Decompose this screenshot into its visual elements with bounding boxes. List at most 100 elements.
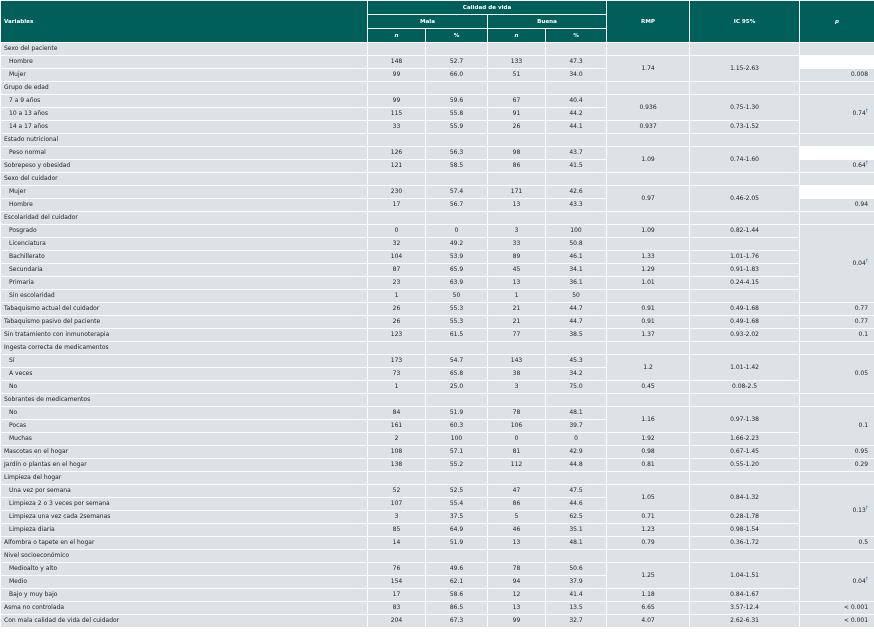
dagger-mark: † (865, 109, 869, 114)
cell-n-buena: 47 (487, 484, 546, 498)
table-row: 7 a 9 años 99 59.6 67 40.4 0.936 0.75-1.… (0, 94, 874, 134)
cell-n-mala: 1 (367, 289, 426, 303)
cell-ic: 0.93-2.02 (689, 328, 801, 342)
cell-p: 0.1 (799, 406, 874, 446)
cell-pct-buena: 41.4 (544, 588, 608, 602)
cell-pct-mala: 25.0 (425, 380, 488, 394)
cell-pct-mala: 60.3 (425, 419, 488, 433)
cell-p: 0.77 (799, 302, 874, 316)
p-value: 0.04 (852, 259, 866, 267)
table-row: Sexo del cuidador (0, 172, 874, 186)
cell-pct-mala: 66.0 (425, 68, 488, 82)
cell-pct-mala: 57.1 (425, 445, 488, 459)
row-label: Tabaquismo actual del cuidador (0, 302, 368, 316)
cell-n-mala: 3 (367, 510, 426, 524)
cell-n-mala: 126 (367, 146, 426, 160)
cell-n-buena: 86 (487, 159, 546, 173)
row-label: Secundaria (0, 263, 368, 277)
cell-rmp: 1.09 (606, 224, 691, 238)
cell-p: 0.05 (799, 354, 874, 394)
cell-n-mala: 84 (367, 406, 426, 420)
cell-pct-buena: 46.1 (544, 250, 608, 264)
cell-pct-mala: 55.3 (425, 302, 488, 316)
row-label: Medio (0, 575, 368, 589)
cell-pct-buena: 100 (544, 224, 608, 238)
row-label: 10 a 13 años (0, 107, 368, 121)
cell-rmp: 6.65 (606, 601, 691, 615)
cell-ic: 0.55-1.20 (689, 458, 801, 472)
row-label: Alfombra o tapete en el hogar (0, 536, 368, 550)
cell-n-mala: 115 (367, 107, 426, 121)
row-label: Mascotas en el hogar (0, 445, 368, 459)
header-n-mala: n (367, 28, 426, 43)
cell-n-buena: 3 (487, 380, 546, 394)
cell-pct-mala: 55.3 (425, 315, 488, 329)
cell-ic: 1.01-1.42 (689, 354, 801, 381)
row-label: Medioalto y alto (0, 562, 368, 576)
header-rmp: RMP (606, 0, 691, 43)
cell-rmp: 0.79 (606, 536, 691, 550)
cell-pct-mala: 51.9 (425, 536, 488, 550)
cell-n-buena: 13 (487, 601, 546, 615)
group-label: Ingesta correcta de medicamentos (0, 341, 368, 355)
cell-ic: 1.04-1.51 (689, 562, 801, 589)
group-label: Grupo de edad (0, 81, 368, 95)
table-row: Mascotas en el hogar 108 57.1 81 42.9 0.… (0, 445, 874, 459)
cell-n-mala: 123 (367, 328, 426, 342)
cell-rmp: 0.71 (606, 510, 691, 524)
table-header: Variables Calidad de vida RMP IC 95% p M… (0, 0, 874, 43)
cell-p: 0.008 (799, 68, 874, 82)
cell-pct-mala: 58.6 (425, 588, 488, 602)
group-label: Sobrantes de medicamentos (0, 393, 368, 407)
cell-p: 0.5 (799, 536, 874, 550)
cell-pct-mala: 58.5 (425, 159, 488, 173)
cell-n-buena: 86 (487, 497, 546, 511)
table-row: Muchas 2 100 0 0 1.92 1.66-2.23 (0, 432, 874, 446)
cell-n-mala: 14 (367, 536, 426, 550)
row-label: No (0, 380, 368, 394)
table-row: Una vez por semana 52 52.5 47 47.5 1.05 … (0, 484, 874, 537)
cell-n-buena: 3 (487, 224, 546, 238)
row-label: Sin escolaridad (0, 289, 368, 303)
cell-ic: 0.91-1.83 (689, 263, 801, 277)
cell-n-buena: 0 (487, 432, 546, 446)
cell-pct-buena: 37.9 (544, 575, 608, 589)
cell-rmp: 1.33 (606, 250, 691, 264)
cell-pct-mala: 0 (425, 224, 488, 238)
cell-pct-mala: 53.9 (425, 250, 488, 264)
cell-pct-buena: 50 (544, 289, 608, 303)
cell-p: 0.04† (799, 562, 874, 602)
cell-pct-buena: 44.2 (544, 107, 608, 121)
table-row: Medioalto y alto 76 49.6 78 50.6 1.25 1.… (0, 562, 874, 602)
row-label: Primaria (0, 276, 368, 290)
row-label: A veces (0, 367, 368, 381)
cell-ic: 0.08-2.5 (689, 380, 801, 394)
cell-ic: 0.49-1.68 (689, 302, 801, 316)
cell-pct-mala: 49.2 (425, 237, 488, 251)
cell-rmp: 1.16 (606, 406, 691, 433)
cell-pct-mala: 62.1 (425, 575, 488, 589)
table-row: Asma no controlada 83 86.5 13 13.5 6.65 … (0, 601, 874, 615)
header-buena: Buena (486, 14, 608, 29)
table-row: Tabaquismo actual del cuidador 26 55.3 2… (0, 302, 874, 316)
cell-rmp: 1.18 (606, 588, 691, 602)
p-value: 0.04 (852, 578, 866, 585)
cell-ic: 0.73-1.52 (689, 120, 801, 134)
cell-pct-buena: 44.7 (544, 302, 608, 316)
dagger-mark: † (865, 258, 869, 264)
cell-n-mala: 2 (367, 432, 426, 446)
table-row: No 1 25.0 3 75.0 0.45 0.08-2.5 (0, 380, 874, 394)
row-label: Muchas (0, 432, 368, 446)
cell-pct-mala: 67.3 (425, 614, 488, 628)
table-row: Limpieza diaria 85 64.9 46 35.1 1.23 0.9… (0, 523, 874, 537)
row-label: Pocas (0, 419, 368, 433)
table-row: Sin escolaridad 1 50 1 50 (0, 289, 874, 303)
table-row: Primaria 23 63.9 13 36.1 1.01 0.24-4.15 (0, 276, 874, 290)
cell-pct-buena: 38.5 (544, 328, 608, 342)
cell-ic: 0.36-1.72 (689, 536, 801, 550)
cell-pct-mala: 86.5 (425, 601, 488, 615)
header-n-buena: n (487, 28, 546, 43)
cell-n-buena: 51 (487, 68, 546, 82)
cell-rmp: 1.92 (606, 432, 691, 446)
table-row: Sin tratamiento con inmunoterapia 123 61… (0, 328, 874, 342)
